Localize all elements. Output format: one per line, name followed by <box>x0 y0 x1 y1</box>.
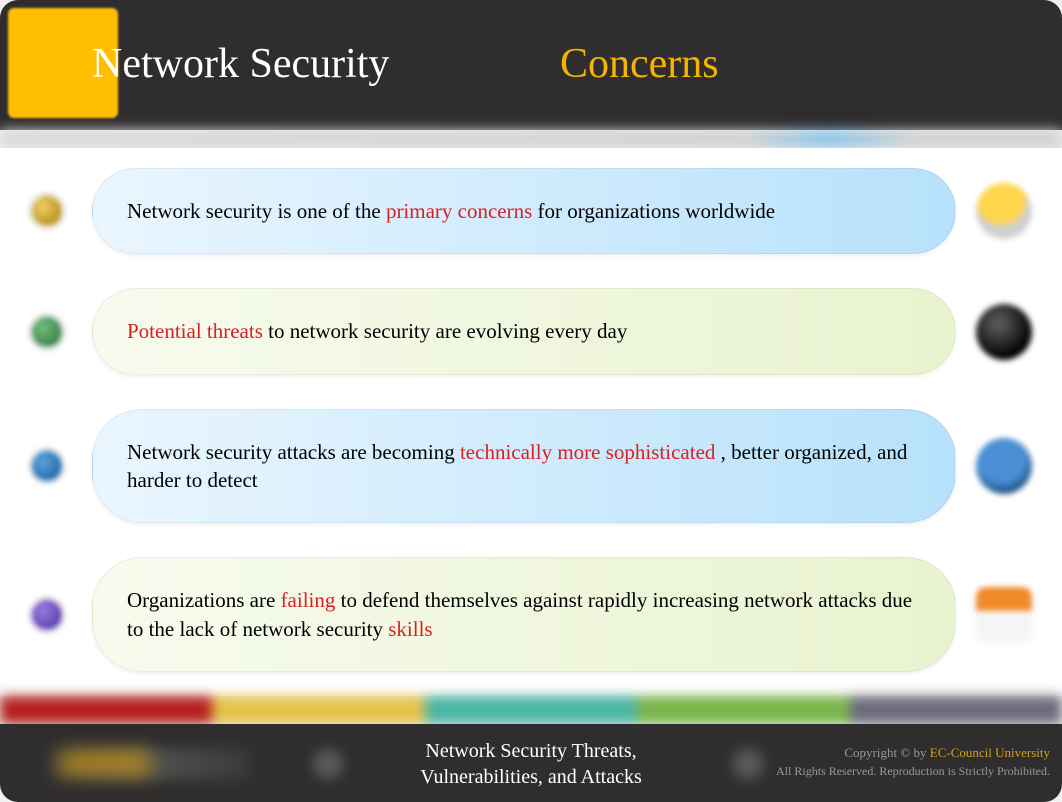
bullet-icon <box>30 449 64 483</box>
decorative-strip <box>0 130 1062 148</box>
copyright-rights: All Rights Reserved. Reproduction is Str… <box>776 764 1050 778</box>
decorative-color-bar <box>0 696 1062 724</box>
copyright-prefix: Copyright © by <box>844 745 929 760</box>
bomb-icon <box>976 304 1032 360</box>
text-highlight: technically more sophisticated <box>460 440 715 464</box>
folder-icon <box>976 587 1032 643</box>
text-highlight: primary concerns <box>386 199 532 223</box>
point-bubble: Network security is one of the primary c… <box>92 168 956 254</box>
text-segment: for organizations worldwide <box>538 199 776 223</box>
slide-footer: Network Security Threats, Vulnerabilitie… <box>0 724 1062 802</box>
point-row: Network security is one of the primary c… <box>30 168 1032 254</box>
point-row: Network security attacks are becoming te… <box>30 409 1032 524</box>
idea-icon <box>976 183 1032 239</box>
point-bubble: Network security attacks are becoming te… <box>92 409 956 524</box>
footer-copyright: Copyright © by EC-Council University All… <box>776 744 1050 779</box>
title-part-accent: Concerns <box>560 41 719 87</box>
text-highlight: failing <box>281 588 336 612</box>
point-bubble: Potential threats to network security ar… <box>92 288 956 374</box>
point-bubble: Organizations are failing to defend them… <box>92 557 956 672</box>
point-row: Potential threats to network security ar… <box>30 288 1032 374</box>
footer-line1: Network Security Threats, <box>425 740 636 762</box>
text-segment: to network security are evolving every d… <box>268 319 627 343</box>
bullet-icon <box>30 315 64 349</box>
footer-line2: Vulnerabilities, and Attacks <box>420 766 642 788</box>
text-segment: Organizations are <box>127 588 281 612</box>
bullet-icon <box>30 194 64 228</box>
slide-header: Network Security Concerns <box>0 0 1062 130</box>
bullet-icon <box>30 598 64 632</box>
slide-title: Network Security Concerns <box>92 40 719 88</box>
shield-icon <box>976 438 1032 494</box>
text-highlight: skills <box>388 617 432 641</box>
slide-body: Network security is one of the primary c… <box>0 148 1062 696</box>
copyright-org: EC-Council University <box>930 745 1050 760</box>
text-segment: Network security is one of the <box>127 199 386 223</box>
title-part-white: Network Security <box>92 41 389 87</box>
text-segment: Network security attacks are becoming <box>127 440 460 464</box>
point-row: Organizations are failing to defend them… <box>30 557 1032 672</box>
text-highlight: Potential threats <box>127 319 263 343</box>
